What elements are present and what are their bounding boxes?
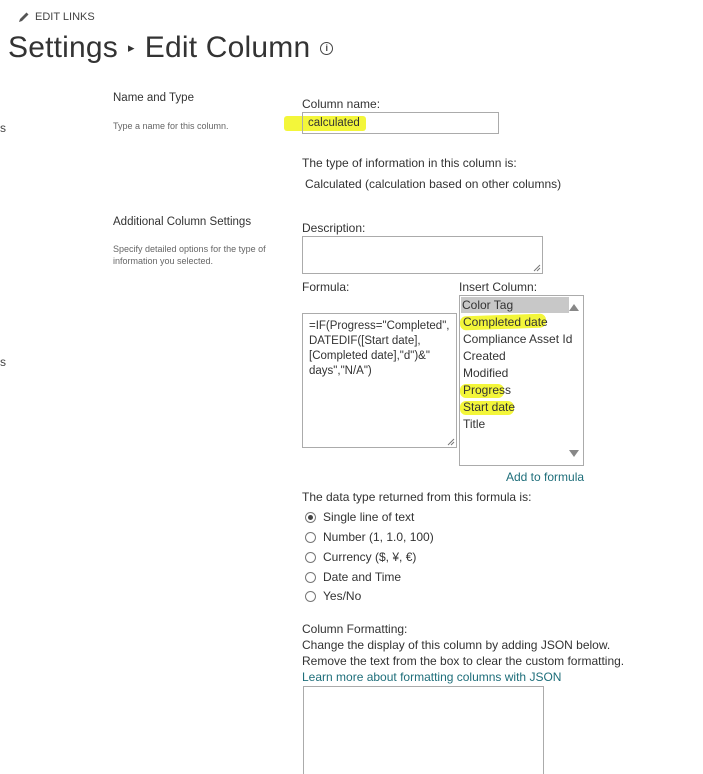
description-label: Description: [302,221,366,235]
radio-button[interactable] [305,511,316,523]
column-name-input[interactable]: calculated [302,112,499,134]
column-name-label: Column name: [302,97,381,111]
left-nav-fragment: s [0,355,6,369]
return-type-option[interactable]: Single line of text [305,510,414,524]
name-type-section-description: Type a name for this column. [113,121,229,131]
page-title-text: Edit Column [144,31,311,64]
return-type-option-label: Number (1, 1.0, 100) [323,530,434,544]
insert-column-option[interactable]: Start date [462,399,516,415]
resize-grip-icon[interactable] [447,438,455,446]
scroll-up-arrow-icon[interactable] [569,304,579,311]
insert-column-option[interactable]: Completed date [462,314,549,330]
formula-label: Formula: [302,280,350,294]
resize-grip-icon[interactable] [533,264,541,272]
return-type-option[interactable]: Number (1, 1.0, 100) [305,530,434,544]
add-to-formula-link[interactable]: Add to formula [506,470,584,484]
page-title: Settings ▸ Edit Column i [8,31,334,65]
formula-value: =IF(Progress="Completed", DATEDIF([Start… [309,320,450,377]
radio-button[interactable] [305,590,316,602]
insert-column-option[interactable]: Title [462,416,486,432]
insert-column-option[interactable]: Progress [462,382,512,398]
insert-column-option[interactable]: Created [462,348,507,364]
insert-column-option[interactable]: Modified [462,365,509,381]
return-type-option[interactable]: Date and Time [305,570,401,584]
insert-column-option[interactable]: Color Tag [461,297,569,313]
return-type-label: The data type returned from this formula… [302,490,532,504]
left-nav-fragment: s [0,121,6,135]
insert-column-label: Insert Column: [459,280,538,294]
return-type-option-label: Currency ($, ¥, €) [323,550,417,564]
breadcrumb-separator-icon: ▸ [128,40,135,55]
column-formatting-label: Column Formatting: [302,622,408,636]
column-formatting-help-2: Remove the text from the box to clear th… [302,654,625,668]
return-type-option-label: Yes/No [323,589,362,603]
additional-settings-description-1: Specify detailed options for the type of [113,244,266,254]
breadcrumb-settings[interactable]: Settings [8,31,118,65]
edit-links-button[interactable]: EDIT LINKS [18,11,95,23]
insert-column-option[interactable]: Compliance Asset Id [462,331,573,347]
return-type-option[interactable]: Currency ($, ¥, €) [305,550,416,564]
insert-column-listbox[interactable]: Color Tag Completed date Compliance Asse… [459,295,584,466]
type-intro-text: The type of information in this column i… [302,156,517,170]
return-type-option[interactable]: Yes/No [305,589,361,603]
column-formatting-help-1: Change the display of this column by add… [302,638,611,652]
description-textarea[interactable] [302,236,543,274]
return-type-option-label: Date and Time [323,570,402,584]
column-name-value: calculated [308,117,360,129]
name-type-section-title: Name and Type [113,92,194,104]
json-formatting-textarea[interactable] [303,686,544,774]
additional-settings-title: Additional Column Settings [113,216,252,228]
edit-links-label: EDIT LINKS [35,11,95,23]
pencil-icon [19,12,29,22]
type-value-text: Calculated (calculation based on other c… [305,177,562,191]
radio-button[interactable] [305,531,316,543]
learn-more-formatting-link[interactable]: Learn more about formatting columns with… [302,670,561,684]
additional-settings-description-2: information you selected. [113,256,214,266]
radio-button[interactable] [305,551,316,563]
info-icon[interactable]: i [320,41,334,55]
formula-textarea[interactable]: =IF(Progress="Completed", DATEDIF([Start… [302,313,457,448]
radio-button[interactable] [305,571,316,583]
scroll-down-arrow-icon[interactable] [569,450,579,457]
return-type-option-label: Single line of text [323,510,415,524]
